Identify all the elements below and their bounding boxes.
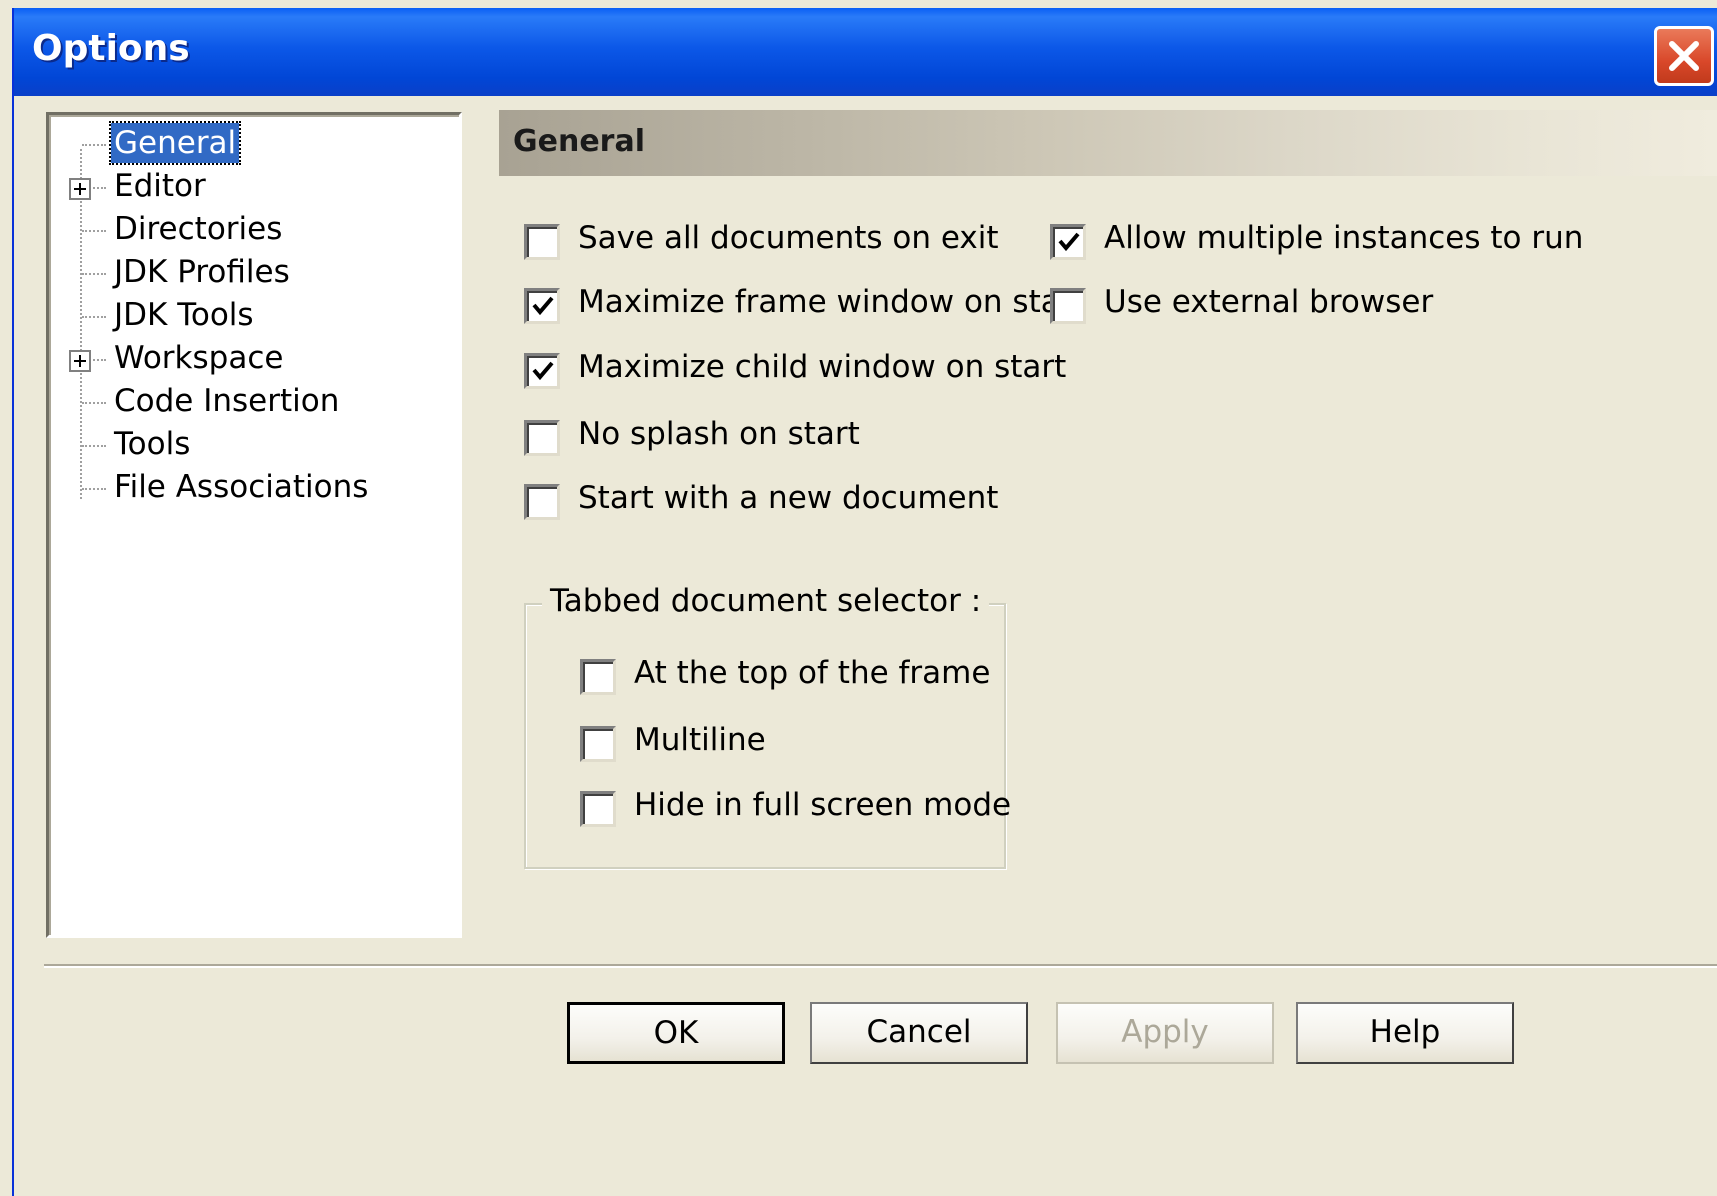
checkbox-label: Multiline [634, 722, 766, 758]
tree-item-jdk-profiles[interactable]: JDK Profiles [49, 252, 449, 294]
checkbox-box[interactable] [524, 484, 560, 520]
checkbox-box[interactable] [1050, 288, 1086, 324]
checkbox-label: No splash on start [578, 416, 860, 452]
tree-item-label: Directories [114, 211, 283, 247]
tree-item-label: Code Insertion [114, 383, 340, 419]
tree-item-tools[interactable]: Tools [49, 424, 449, 466]
checkbox-label: Maximize child window on start [578, 349, 1067, 385]
checkbox-label: Start with a new document [578, 480, 999, 516]
checkbox-box[interactable] [524, 420, 560, 456]
tree-item-code-insertion[interactable]: Code Insertion [49, 381, 449, 423]
cancel-button[interactable]: Cancel [810, 1002, 1028, 1064]
tabbed-selector-group: Tabbed document selector : At the top of… [524, 583, 1011, 869]
checkmark-icon [1058, 232, 1080, 252]
panel-title: General [513, 124, 645, 159]
checkmark-icon [532, 361, 554, 381]
checkbox-label: Allow multiple instances to run [1104, 220, 1584, 256]
group-legend: Tabbed document selector : [542, 583, 990, 619]
options-category-tree[interactable]: General Editor Directories JDK Profiles … [46, 112, 462, 938]
close-icon [1669, 41, 1699, 71]
checkbox-box[interactable] [580, 659, 616, 695]
title-bar: Options [14, 8, 1717, 96]
checkbox-label: Use external browser [1104, 284, 1434, 320]
expand-plus-icon[interactable] [69, 350, 91, 372]
checkbox-label: Save all documents on exit [578, 220, 999, 256]
close-button[interactable] [1654, 26, 1714, 86]
checkbox-label: Maximize frame window on start [578, 284, 1085, 320]
dialog-separator [44, 964, 1717, 968]
checkbox-box[interactable] [1050, 224, 1086, 260]
tree-item-editor[interactable]: Editor [49, 166, 449, 208]
window-title: Options [32, 28, 190, 69]
tree-item-jdk-tools[interactable]: JDK Tools [49, 295, 449, 337]
tree-item-file-associations[interactable]: File Associations [49, 467, 449, 509]
tree-item-label: Tools [114, 426, 191, 462]
checkbox-box[interactable] [524, 224, 560, 260]
checkmark-icon [532, 296, 554, 316]
tree-item-workspace[interactable]: Workspace [49, 338, 449, 380]
tree-item-label: General [108, 121, 242, 165]
tree-item-general[interactable]: General [49, 121, 449, 165]
expand-plus-icon[interactable] [69, 178, 91, 200]
options-dialog: Options General Editor Directories JDK P… [12, 8, 1717, 1196]
tree-item-label: File Associations [114, 469, 369, 505]
tree-item-label: JDK Profiles [114, 254, 290, 290]
checkbox-box[interactable] [580, 791, 616, 827]
panel-header: General [499, 110, 1717, 176]
checkbox-box[interactable] [524, 288, 560, 324]
tree-item-label: JDK Tools [114, 297, 254, 333]
apply-button[interactable]: Apply [1056, 1002, 1274, 1064]
checkbox-box[interactable] [524, 353, 560, 389]
ok-button[interactable]: OK [567, 1002, 785, 1064]
help-button[interactable]: Help [1296, 1002, 1514, 1064]
tree-item-directories[interactable]: Directories [49, 209, 449, 251]
checkbox-label: At the top of the frame [634, 655, 991, 691]
checkbox-label: Hide in full screen mode [634, 787, 1012, 823]
tree-item-label: Workspace [114, 340, 284, 376]
tree-item-label: Editor [114, 168, 206, 204]
checkbox-box[interactable] [580, 726, 616, 762]
